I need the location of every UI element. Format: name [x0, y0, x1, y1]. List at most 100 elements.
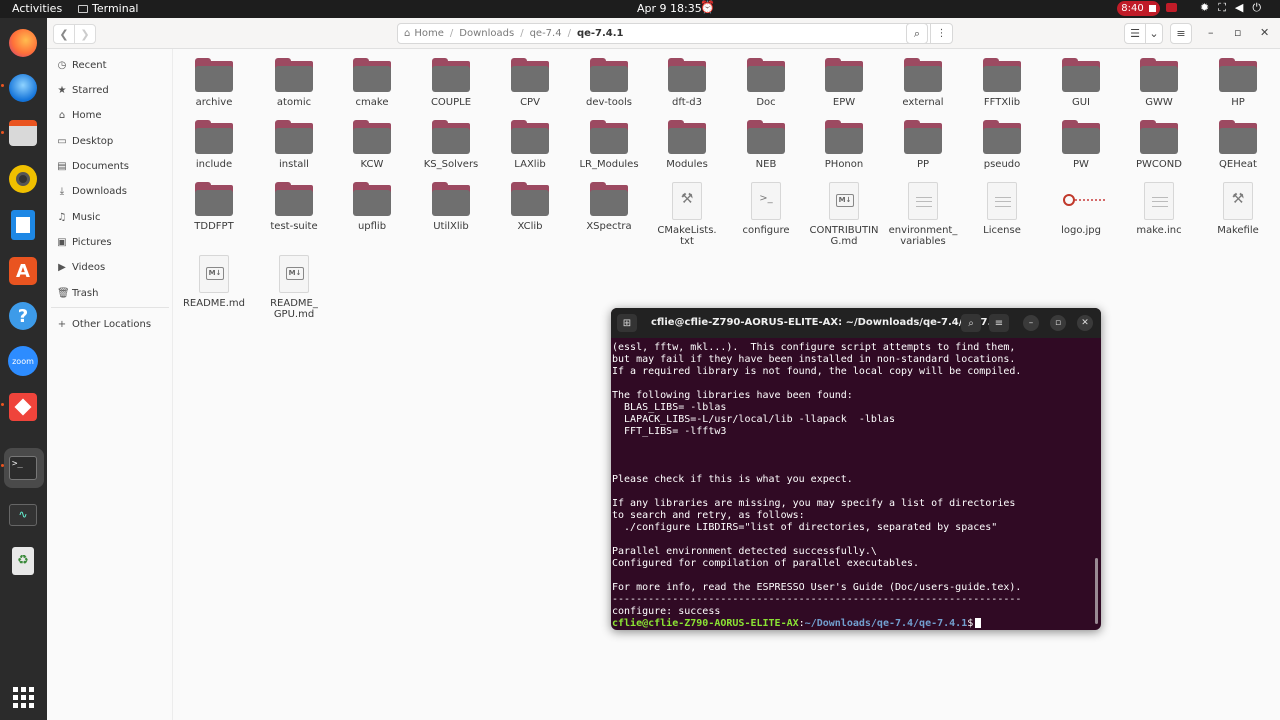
thunderbird-icon[interactable] — [6, 71, 40, 105]
file-item[interactable]: >_ configure — [726, 182, 806, 236]
rhythmbox-icon[interactable] — [6, 162, 40, 196]
folder-item[interactable]: include — [174, 120, 254, 170]
folder-item[interactable]: PW — [1041, 120, 1121, 170]
folder-item[interactable]: HP — [1198, 58, 1278, 108]
folder-item[interactable]: Doc — [726, 58, 806, 108]
software-icon[interactable]: A — [6, 254, 40, 288]
folder-item[interactable]: archive — [174, 58, 254, 108]
file-item[interactable]: M↓ README_ GPU.md — [254, 255, 334, 320]
system-monitor-icon[interactable]: ∿ — [6, 498, 40, 532]
view-toggle-button[interactable]: ☰ — [1124, 23, 1146, 44]
terminal-minimize-button[interactable]: – — [1023, 315, 1039, 331]
sidebar-item-starred[interactable]: ★ Starred — [57, 81, 109, 99]
app-menu[interactable]: Terminal — [78, 2, 139, 15]
folder-item[interactable]: PWCOND — [1119, 120, 1199, 170]
folder-item[interactable]: Modules — [647, 120, 727, 170]
prompt-user: cflie@cflie-Z790-AORUS-ELITE-AX — [612, 618, 799, 629]
folder-item[interactable]: LAXlib — [490, 120, 570, 170]
terminal-menu-button[interactable]: ≡ — [989, 314, 1009, 332]
terminal-close-button[interactable]: ✕ — [1077, 315, 1093, 331]
view-options-button[interactable]: ⌄ — [1145, 23, 1163, 44]
file-item[interactable]: License — [962, 182, 1042, 236]
terminal-scrollbar[interactable] — [1095, 558, 1098, 624]
file-item[interactable]: ⚒ Makefile — [1198, 182, 1278, 236]
folder-item[interactable]: UtilXlib — [411, 182, 491, 232]
terminal-prompt[interactable]: cflie@cflie-Z790-AORUS-ELITE-AX:~/Downlo… — [612, 618, 1092, 630]
terminal-maximize-button[interactable]: ▫ — [1050, 315, 1066, 331]
terminal-icon[interactable]: >_ — [6, 451, 40, 485]
new-tab-button[interactable]: ⊞ — [617, 314, 637, 332]
folder-item[interactable]: TDDFPT — [174, 182, 254, 232]
trash-icon[interactable]: ♻ — [6, 544, 40, 578]
main-menu-button[interactable]: ≡ — [1170, 23, 1192, 44]
folder-item[interactable]: LR_Modules — [569, 120, 649, 170]
folder-item[interactable]: QEHeat — [1198, 120, 1278, 170]
file-item[interactable]: M↓ README.md — [174, 255, 254, 309]
crumb-qe-7-4[interactable]: qe-7.4 — [530, 28, 562, 39]
folder-item[interactable]: PHonon — [804, 120, 884, 170]
system-tray[interactable]: ✹ ⛶ ◀ ⏻ — [1200, 1, 1261, 15]
youtube-icon[interactable] — [1166, 3, 1177, 12]
sidebar-item-trash[interactable]: 🗑 Trash — [57, 284, 98, 302]
sidebar-item-documents[interactable]: ▤ Documents — [57, 157, 129, 175]
folder-item[interactable]: XSpectra — [569, 182, 649, 232]
maximize-button[interactable]: ▫ — [1234, 26, 1241, 39]
files-icon[interactable] — [6, 116, 40, 150]
crumb-home[interactable]: Home — [414, 28, 444, 39]
activities-button[interactable]: Activities — [12, 2, 62, 15]
terminal-output[interactable]: (essl, fftw, mkl...). This configure scr… — [612, 342, 1092, 630]
folder-item[interactable]: dev-tools — [569, 58, 649, 108]
folder-item[interactable]: FFTXlib — [962, 58, 1042, 108]
folder-item[interactable]: external — [883, 58, 963, 108]
file-item[interactable]: logo.jpg — [1041, 182, 1121, 236]
help-icon[interactable]: ? — [6, 299, 40, 333]
forward-button[interactable]: ❯ — [74, 24, 96, 44]
zoom-icon[interactable]: zoom — [6, 344, 40, 378]
folder-item[interactable]: atomic — [254, 58, 334, 108]
folder-item[interactable]: PP — [883, 120, 963, 170]
sidebar-item-videos[interactable]: ▶ Videos — [57, 258, 105, 276]
folder-item[interactable]: CPV — [490, 58, 570, 108]
search-button[interactable]: ⌕ — [906, 23, 928, 44]
file-item[interactable]: environment_ variables — [883, 182, 963, 247]
file-item[interactable]: make.inc — [1119, 182, 1199, 236]
clock[interactable]: Apr 9 18:35 — [637, 2, 702, 15]
folder-item[interactable]: XClib — [490, 182, 570, 232]
folder-item[interactable]: EPW — [804, 58, 884, 108]
writer-icon[interactable] — [6, 208, 40, 242]
sidebar-item-desktop[interactable]: ▭ Desktop — [57, 132, 113, 150]
folder-item[interactable]: upflib — [332, 182, 412, 232]
crumb-current[interactable]: qe-7.4.1 — [577, 28, 624, 39]
back-button[interactable]: ❮ — [53, 24, 75, 44]
screen-record-indicator[interactable]: 8:40 — [1117, 1, 1160, 16]
folder-item[interactable]: pseudo — [962, 120, 1042, 170]
folder-item[interactable]: test-suite — [254, 182, 334, 232]
folder-item[interactable]: GUI — [1041, 58, 1121, 108]
sidebar-item-music[interactable]: ♫ Music — [57, 208, 101, 226]
anydesk-icon[interactable] — [6, 390, 40, 424]
path-menu-icon[interactable]: ⋮ — [930, 24, 952, 43]
sidebar-item-recent[interactable]: ◷ Recent — [57, 56, 107, 74]
crumb-downloads[interactable]: Downloads — [459, 28, 514, 39]
file-item[interactable]: M↓ CONTRIBUTIN G.md — [804, 182, 884, 247]
firefox-icon[interactable] — [6, 26, 40, 60]
close-button[interactable]: ✕ — [1260, 26, 1269, 39]
path-bar[interactable]: ⌂ Home / Downloads / qe-7.4 / qe-7.4.1 ⋮ — [397, 23, 953, 44]
sidebar-item-home[interactable]: ⌂ Home — [57, 106, 102, 124]
folder-item[interactable]: NEB — [726, 120, 806, 170]
sidebar-item-pictures[interactable]: ▣ Pictures — [57, 233, 111, 251]
file-item[interactable]: ⚒ CMakeLists. txt — [647, 182, 727, 247]
folder-item[interactable]: cmake — [332, 58, 412, 108]
show-apps-icon[interactable] — [6, 680, 40, 714]
folder-item[interactable]: GWW — [1119, 58, 1199, 108]
folder-item[interactable]: KCW — [332, 120, 412, 170]
sidebar-item-downloads[interactable]: ⤓ Downloads — [57, 182, 127, 200]
terminal-search-button[interactable]: ⌕ — [961, 314, 981, 332]
folder-item[interactable]: install — [254, 120, 334, 170]
folder-item[interactable]: dft-d3 — [647, 58, 727, 108]
sidebar-item-other-locations[interactable]: + Other Locations — [57, 315, 151, 333]
folder-item[interactable]: COUPLE — [411, 58, 491, 108]
folder-item[interactable]: KS_Solvers — [411, 120, 491, 170]
minimize-button[interactable]: – — [1208, 26, 1214, 39]
terminal-window[interactable]: ⊞ cflie@cflie-Z790-AORUS-ELITE-AX: ~/Dow… — [611, 308, 1101, 630]
